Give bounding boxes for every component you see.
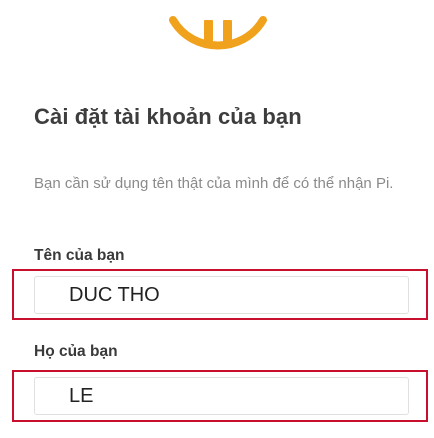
pi-smile-logo-icon — [169, 16, 267, 50]
page-description: Bạn cần sử dụng tên thật của mình để có … — [34, 175, 394, 192]
account-setup-page: Cài đặt tài khoản của bạn Bạn cần sử dụn… — [0, 0, 434, 438]
last-name-input[interactable] — [34, 377, 409, 415]
first-name-input[interactable] — [34, 276, 409, 314]
last-name-label: Họ của bạn — [34, 343, 118, 360]
page-title: Cài đặt tài khoản của bạn — [34, 104, 302, 129]
first-name-label: Tên của bạn — [34, 247, 125, 264]
